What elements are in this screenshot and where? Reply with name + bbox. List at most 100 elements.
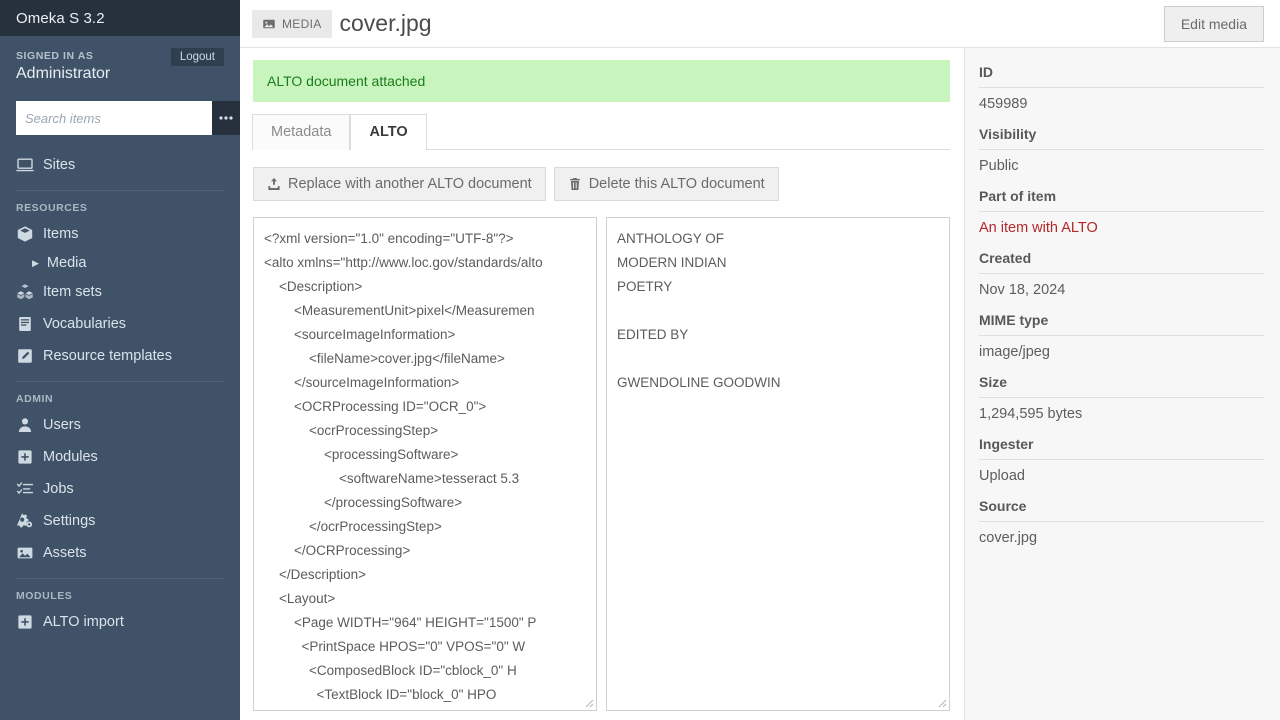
sidebar-item-jobs[interactable]: Jobs: [0, 473, 240, 505]
sidebar-item-label: Item sets: [43, 282, 102, 302]
brand-bar: Omeka S 3.2: [0, 0, 240, 36]
tab-metadata[interactable]: Metadata: [252, 114, 350, 150]
sidebar-item-sites[interactable]: Sites: [0, 149, 240, 181]
meta-value: image/jpeg: [979, 336, 1264, 360]
gears-icon: [16, 512, 34, 530]
meta-label: Ingester: [979, 436, 1264, 460]
sidebar-item-label: Sites: [43, 155, 75, 175]
app-root: Omeka S 3.2 SIGNED IN AS Administrator L…: [0, 0, 1280, 720]
sidebar-item-label: Jobs: [43, 479, 74, 499]
meta-field-created: Created Nov 18, 2024: [979, 250, 1264, 298]
sidebar-group-resources-label: RESOURCES: [0, 200, 240, 218]
meta-label: MIME type: [979, 312, 1264, 336]
sidebar-divider: [16, 381, 224, 382]
sidebar-item-users[interactable]: Users: [0, 409, 240, 441]
sidebar-item-resource-templates[interactable]: Resource templates: [0, 340, 240, 372]
meta-field-part-of-item: Part of item An item with ALTO: [979, 188, 1264, 236]
pencil-square-icon: [16, 347, 34, 365]
monitor-icon: [16, 156, 34, 174]
sidebar-item-modules[interactable]: Modules: [0, 441, 240, 473]
meta-field-source: Source cover.jpg: [979, 498, 1264, 546]
meta-value: Public: [979, 150, 1264, 174]
sidebar-item-label: Media: [47, 255, 87, 271]
tab-alto[interactable]: ALTO: [350, 114, 426, 150]
meta-field-id: ID 459989: [979, 64, 1264, 112]
sidebar-group-admin-label: ADMIN: [0, 391, 240, 409]
edit-media-button[interactable]: Edit media: [1164, 6, 1264, 42]
sidebar-divider: [16, 578, 224, 579]
alto-xml-content: <?xml version="1.0" encoding="UTF-8"?> <…: [264, 227, 586, 707]
alto-text-textarea[interactable]: ANTHOLOGY OF MODERN INDIAN POETRY EDITED…: [606, 217, 950, 711]
image-icon: [16, 544, 34, 562]
tab-bar: Metadata ALTO: [252, 113, 950, 149]
sidebar-item-items[interactable]: Items: [0, 218, 240, 250]
meta-field-mime-type: MIME type image/jpeg: [979, 312, 1264, 360]
flash-message: ALTO document attached: [253, 60, 950, 102]
sidebar-item-label: Assets: [43, 543, 87, 563]
replace-alto-label: Replace with another ALTO document: [288, 176, 532, 192]
meta-label: Size: [979, 374, 1264, 398]
meta-label: Part of item: [979, 188, 1264, 212]
upload-icon: [267, 177, 281, 191]
meta-value: Nov 18, 2024: [979, 274, 1264, 298]
sidebar-item-assets[interactable]: Assets: [0, 537, 240, 569]
meta-value: 459989: [979, 88, 1264, 112]
meta-value: Upload: [979, 460, 1264, 484]
search-input[interactable]: [16, 101, 212, 135]
logout-button[interactable]: Logout: [171, 48, 224, 66]
alto-actions: Replace with another ALTO document Delet…: [252, 150, 950, 201]
page-title: cover.jpg: [340, 10, 432, 37]
meta-label: Source: [979, 498, 1264, 522]
main-region: MEDIA cover.jpg Edit media ALTO document…: [240, 0, 1280, 720]
sidebar-item-label: Modules: [43, 447, 98, 467]
user-block: SIGNED IN AS Administrator Logout: [0, 36, 240, 83]
sidebar-item-label: Vocabularies: [43, 314, 126, 334]
meta-field-size: Size 1,294,595 bytes: [979, 374, 1264, 422]
sidebar-nav: Sites RESOURCES Items ▶ Media: [0, 149, 240, 638]
delete-alto-button[interactable]: Delete this ALTO document: [554, 167, 779, 201]
parent-item-link[interactable]: An item with ALTO: [979, 212, 1264, 236]
page-header: MEDIA cover.jpg Edit media: [240, 0, 1280, 48]
brand-title: Omeka S 3.2: [16, 10, 105, 27]
meta-label: ID: [979, 64, 1264, 88]
sidebar-item-settings[interactable]: Settings: [0, 505, 240, 537]
sidebar-divider: [16, 190, 224, 191]
alto-xml-textarea[interactable]: <?xml version="1.0" encoding="UTF-8"?> <…: [253, 217, 597, 711]
sidebar-item-label: Settings: [43, 511, 95, 531]
delete-alto-label: Delete this ALTO document: [589, 176, 765, 192]
content-row: ALTO document attached Metadata ALTO: [240, 48, 1280, 720]
sidebar-item-vocabularies[interactable]: Vocabularies: [0, 308, 240, 340]
replace-alto-button[interactable]: Replace with another ALTO document: [253, 167, 546, 201]
alto-text-content: ANTHOLOGY OF MODERN INDIAN POETRY EDITED…: [617, 227, 939, 395]
sidebar-item-item-sets[interactable]: Item sets: [0, 276, 240, 308]
tasks-icon: [16, 480, 34, 498]
meta-label: Created: [979, 250, 1264, 274]
media-metadata-sidebar: ID 459989 Visibility Public Part of item…: [964, 48, 1280, 720]
meta-label: Visibility: [979, 126, 1264, 150]
caret-right-icon: ▶: [32, 259, 39, 268]
sidebar-item-label: Items: [43, 224, 78, 244]
book-icon: [16, 315, 34, 333]
image-icon: [262, 17, 276, 31]
meta-field-ingester: Ingester Upload: [979, 436, 1264, 484]
sidebar-item-label: ALTO import: [43, 612, 124, 632]
sidebar-group-modules-label: MODULES: [0, 588, 240, 606]
boxes-icon: [16, 283, 34, 301]
puzzle-icon: [16, 448, 34, 466]
meta-field-visibility: Visibility Public: [979, 126, 1264, 174]
sidebar-item-media[interactable]: ▶ Media: [0, 250, 240, 276]
meta-value: 1,294,595 bytes: [979, 398, 1264, 422]
resize-grip-icon: [935, 696, 947, 708]
resource-type-label: MEDIA: [282, 17, 322, 31]
box-icon: [16, 225, 34, 243]
search-row: [16, 101, 224, 135]
main-sidebar: Omeka S 3.2 SIGNED IN AS Administrator L…: [0, 0, 240, 720]
user-name: Administrator: [16, 65, 224, 83]
alto-panes: <?xml version="1.0" encoding="UTF-8"?> <…: [252, 201, 950, 711]
sidebar-item-label: Resource templates: [43, 346, 172, 366]
ellipsis-icon[interactable]: [212, 101, 241, 135]
sidebar-item-alto-import[interactable]: ALTO import: [0, 606, 240, 638]
user-icon: [16, 416, 34, 434]
meta-value: cover.jpg: [979, 522, 1264, 546]
resource-type-badge: MEDIA: [252, 10, 332, 38]
